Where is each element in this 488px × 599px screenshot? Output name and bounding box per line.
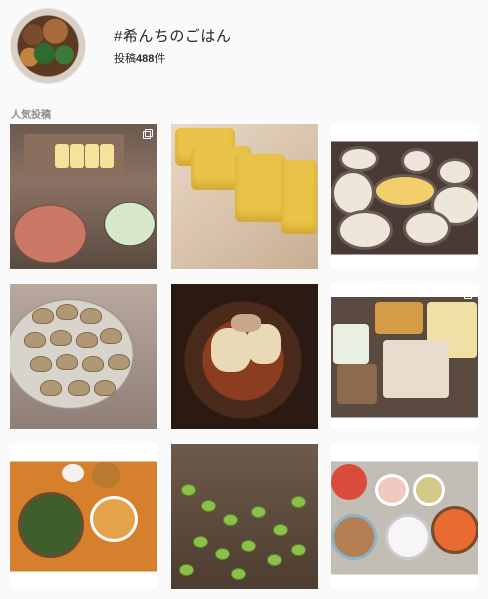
post-count-number: 488 (136, 53, 155, 65)
multiple-images-icon (464, 129, 474, 139)
hashtag-title: #希んちのごはん (114, 28, 232, 45)
post-count-suffix: 件 (154, 53, 166, 65)
post-count: 投稿488件 (114, 52, 165, 66)
food-photo (333, 324, 369, 364)
multiple-images-icon (464, 449, 474, 459)
multiple-images-icon (143, 129, 153, 139)
post-thumbnail[interactable] (331, 284, 478, 429)
multiple-images-icon (464, 289, 474, 299)
post-thumbnail[interactable] (171, 124, 318, 269)
food-photo (331, 464, 367, 500)
post-thumbnail[interactable] (331, 444, 478, 589)
post-thumbnail[interactable] (10, 124, 157, 269)
hashtag-header: #希んちのごはん 投稿488件 (10, 8, 480, 88)
food-photo (18, 492, 84, 558)
food-photo (339, 146, 379, 172)
post-count-prefix: 投稿 (114, 53, 136, 65)
top-posts-label: 人気投稿 (11, 110, 51, 121)
post-thumbnail[interactable] (10, 444, 157, 589)
food-photo (32, 308, 54, 324)
hashtag-avatar[interactable] (10, 8, 86, 84)
post-thumbnail[interactable] (171, 284, 318, 429)
post-thumbnail[interactable] (10, 284, 157, 429)
post-thumbnail[interactable] (331, 124, 478, 269)
food-photo (181, 484, 196, 496)
food-photo (211, 328, 251, 372)
post-thumbnail[interactable] (171, 444, 318, 589)
